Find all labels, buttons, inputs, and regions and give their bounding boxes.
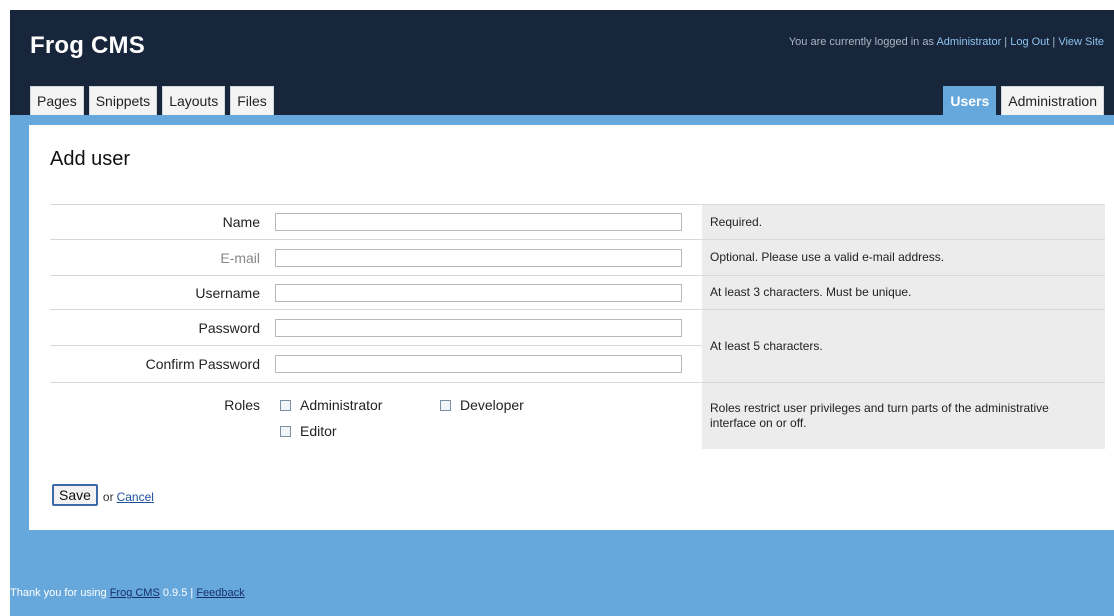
tab-layouts[interactable]: Layouts [162, 86, 226, 115]
editor-label: Editor [300, 423, 337, 439]
email-help: Optional. Please use a valid e-mail addr… [702, 239, 1105, 276]
username-field-cell [266, 275, 702, 310]
logout-link[interactable]: Log Out [1010, 36, 1049, 48]
app-title: Frog CMS [30, 32, 145, 59]
tab-files[interactable]: Files [230, 86, 274, 115]
content-panel: Add user Name Required. E-mail Optional.… [29, 125, 1114, 530]
cancel-link[interactable]: Cancel [117, 490, 154, 504]
confirm-password-label: Confirm Password [50, 345, 266, 383]
tab-pages[interactable]: Pages [30, 86, 84, 115]
developer-checkbox[interactable] [440, 399, 451, 411]
password-input[interactable] [275, 318, 682, 337]
form-row-name: Name Required. [50, 204, 1105, 240]
main-nav: Pages Snippets Layouts Files [30, 86, 274, 115]
or-text: or [102, 490, 114, 504]
role-editor[interactable]: Editor [280, 423, 337, 439]
user-form: Name Required. E-mail Optional. Please u… [50, 204, 1105, 449]
email-label: E-mail [50, 239, 266, 276]
password-label: Password [50, 309, 266, 346]
confirm-password-field-cell [266, 345, 702, 383]
form-actions: Save or Cancel [52, 484, 154, 506]
footer-version: 0.9.5 [162, 587, 188, 599]
role-administrator[interactable]: Administrator [280, 397, 382, 413]
footer-separator: | [190, 587, 194, 599]
editor-checkbox[interactable] [280, 425, 291, 437]
name-label: Name [50, 204, 266, 240]
separator: | [1052, 36, 1056, 48]
login-status: You are currently logged in as Administr… [789, 36, 1104, 48]
footer-prefix: Thank you for using [10, 587, 107, 599]
separator: | [1004, 36, 1008, 48]
username-help: At least 3 characters. Must be unique. [702, 275, 1105, 310]
page-title: Add user [50, 148, 131, 170]
role-developer[interactable]: Developer [440, 397, 524, 413]
username-input[interactable] [275, 283, 682, 302]
administrator-label: Administrator [300, 397, 383, 413]
frog-cms-link[interactable]: Frog CMS [110, 587, 160, 599]
tab-users[interactable]: Users [943, 86, 997, 115]
admin-nav: Users Administration [943, 86, 1104, 115]
form-row-username: Username At least 3 characters. Must be … [50, 275, 1105, 310]
save-button[interactable]: Save [52, 484, 98, 506]
name-input[interactable] [275, 213, 682, 231]
view-site-link[interactable]: View Site [1058, 36, 1104, 48]
password-field-cell [266, 309, 702, 346]
form-row-email: E-mail Optional. Please use a valid e-ma… [50, 239, 1105, 276]
tab-snippets[interactable]: Snippets [88, 86, 158, 115]
email-field-cell [266, 239, 702, 276]
app-header: Frog CMS You are currently logged in as … [10, 10, 1114, 115]
administrator-checkbox[interactable] [280, 399, 291, 411]
roles-help: Roles restrict user privileges and turn … [702, 382, 1105, 449]
name-field-cell [266, 204, 702, 240]
current-user-link[interactable]: Administrator [936, 36, 1001, 48]
confirm-password-input[interactable] [275, 355, 682, 373]
login-text: You are currently logged in as [788, 36, 934, 48]
form-row-roles: Roles Administrator Developer Editor Rol… [50, 382, 1105, 449]
roles-group: Administrator Developer Editor [275, 383, 702, 449]
feedback-link[interactable]: Feedback [196, 587, 244, 599]
developer-label: Developer [460, 397, 524, 413]
name-help: Required. [702, 204, 1105, 240]
page-frame: Frog CMS You are currently logged in as … [10, 10, 1114, 616]
footer: Thank you for using Frog CMS 0.9.5 | Fee… [10, 587, 245, 599]
roles-label: Roles [50, 382, 266, 449]
email-input[interactable] [275, 248, 682, 267]
username-label: Username [50, 275, 266, 310]
form-row-password: Password At least 5 characters. [50, 309, 1105, 383]
roles-field-cell: Administrator Developer Editor [266, 382, 702, 449]
password-help: At least 5 characters. [702, 309, 1105, 383]
tab-administration[interactable]: Administration [1001, 86, 1104, 115]
